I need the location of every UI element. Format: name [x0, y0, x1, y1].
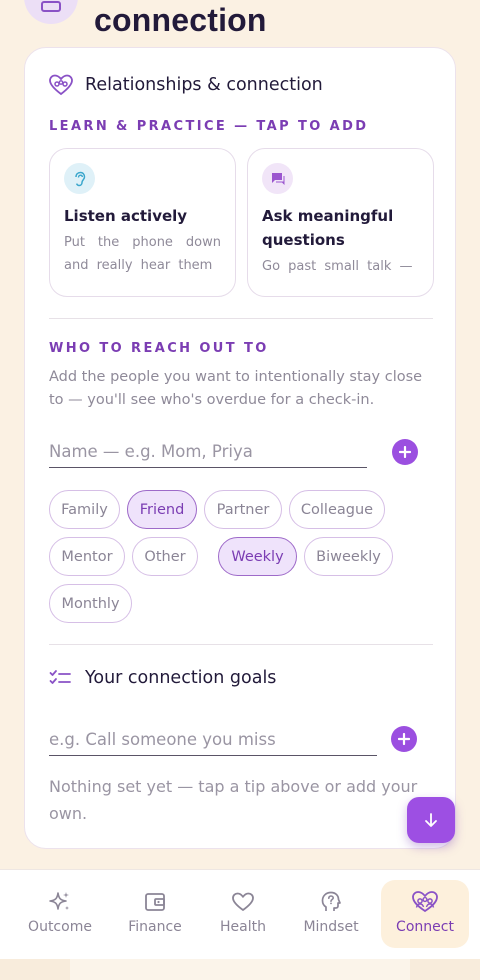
section-avatar [24, 0, 78, 24]
reach-description: Add the people you want to intentionally… [49, 369, 423, 408]
checklist-icon [49, 670, 71, 684]
nav-item-health[interactable]: Health [199, 880, 287, 948]
sparkle-icon [49, 892, 69, 910]
heart-icon [232, 892, 254, 911]
chip-mentor[interactable]: Mentor [49, 537, 125, 576]
nav-label: Outcome [28, 919, 92, 935]
people-icon [412, 891, 438, 913]
card-title: Relationships & connection [85, 75, 323, 95]
add-goal-button[interactable] [391, 726, 417, 752]
goals-header: Your connection goals [49, 668, 276, 688]
goal-input[interactable]: e.g. Call someone you miss [49, 724, 377, 756]
home-indicator-area [0, 959, 480, 980]
arrow-down-icon [425, 813, 437, 827]
chip-biweekly[interactable]: Biweekly [304, 537, 393, 576]
scroll-down-button[interactable] [407, 797, 455, 843]
tip-card-listen[interactable]: Listen actively Put the phone down and r… [49, 148, 236, 297]
nav-item-mindset[interactable]: Mindset [287, 880, 375, 948]
page-title: connection [94, 2, 267, 38]
tip-desc: Go past small talk — [262, 259, 413, 274]
nav-label: Mindset [303, 919, 359, 935]
chip-monthly[interactable]: Monthly [49, 584, 132, 623]
tip-title: Ask meaningful questions [262, 207, 394, 249]
nav-label: Finance [128, 919, 182, 935]
chip-other[interactable]: Other [132, 537, 198, 576]
chip-weekly[interactable]: Weekly [218, 537, 297, 576]
people-icon [49, 74, 73, 96]
head-icon [321, 891, 341, 911]
divider [49, 644, 433, 645]
wallet-icon [145, 893, 165, 911]
ear-icon [64, 163, 95, 194]
name-input[interactable]: Name — e.g. Mom, Priya [49, 436, 367, 468]
relationships-card: Relationships & connection LEARN & PRACT… [24, 47, 456, 849]
divider [49, 318, 433, 319]
chip-friend[interactable]: Friend [127, 490, 197, 529]
goals-title: Your connection goals [85, 668, 277, 688]
chip-partner[interactable]: Partner [204, 490, 282, 529]
chip-colleague[interactable]: Colleague [289, 490, 385, 529]
bottom-nav: Outcome Finance Health Mindset Connect [0, 869, 480, 959]
people-icon [41, 1, 61, 12]
tip-title: Listen actively [64, 207, 188, 225]
nav-item-outcome[interactable]: Outcome [16, 880, 104, 948]
nav-item-finance[interactable]: Finance [111, 880, 199, 948]
nav-item-connect[interactable]: Connect [381, 880, 469, 948]
add-person-button[interactable] [392, 439, 418, 465]
chip-family[interactable]: Family [49, 490, 120, 529]
chat-icon [262, 163, 293, 194]
plus-icon [399, 446, 411, 458]
nav-label: Connect [396, 919, 454, 935]
reach-label: WHO TO REACH OUT TO [49, 341, 269, 356]
plus-icon [398, 733, 410, 745]
learn-label: LEARN & PRACTICE — TAP TO ADD [49, 119, 369, 134]
card-header: Relationships & connection [49, 74, 323, 96]
tip-desc: Put the phone down and really hear them [64, 235, 221, 273]
home-indicator [70, 959, 410, 980]
nav-label: Health [220, 919, 266, 935]
tip-card-questions[interactable]: Ask meaningful questions Go past small t… [247, 148, 434, 297]
empty-goals-text: Nothing set yet — tap a tip above or add… [49, 777, 418, 823]
